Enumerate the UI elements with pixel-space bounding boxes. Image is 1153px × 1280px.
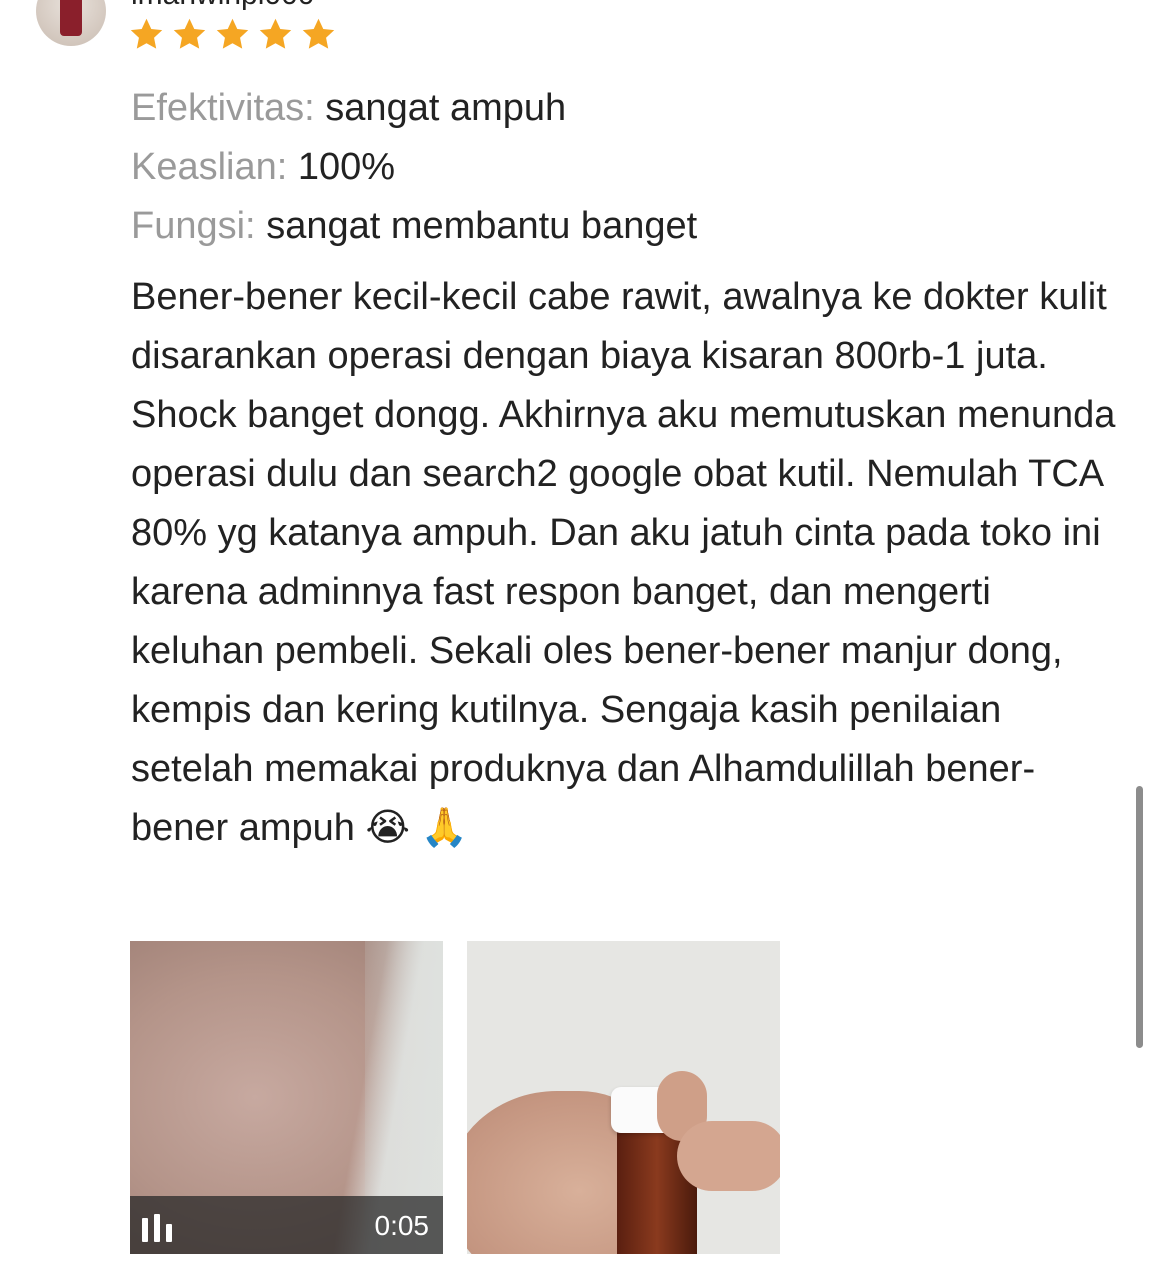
star-icon	[130, 18, 163, 49]
thumb-finger-shape	[677, 1121, 780, 1191]
star-icon	[216, 18, 249, 49]
reviewer-username[interactable]: lmanwinpl000	[131, 0, 314, 12]
reviewer-avatar[interactable]	[36, 0, 106, 46]
review-photo-thumbnail[interactable]	[467, 941, 780, 1254]
attribute-authenticity: Keaslian: 100%	[131, 143, 395, 191]
video-duration: 0:05	[374, 1210, 430, 1241]
attribute-value: 100%	[297, 146, 396, 188]
video-overlay-bar: 0:05	[130, 1196, 443, 1254]
attribute-label: Fungsi:	[131, 205, 256, 247]
rating-stars	[128, 16, 337, 53]
avatar-figure	[60, 0, 82, 36]
attribute-label: Keaslian:	[131, 146, 288, 188]
star-icon	[259, 18, 292, 49]
star-icon	[302, 18, 335, 49]
attribute-value: sangat ampuh	[325, 87, 567, 129]
star-icon	[173, 18, 206, 49]
attribute-function: Fungsi: sangat membantu banget	[131, 202, 697, 250]
attribute-value: sangat membantu banget	[266, 205, 698, 247]
review-text: Bener-bener kecil-kecil cabe rawit, awal…	[131, 276, 1116, 849]
video-icon	[142, 1214, 172, 1242]
review-video-thumbnail[interactable]: 0:05	[130, 941, 443, 1254]
scrollbar[interactable]	[1136, 786, 1143, 1048]
attribute-label: Efektivitas:	[131, 87, 315, 129]
attribute-effectiveness: Efektivitas: sangat ampuh	[131, 84, 566, 132]
